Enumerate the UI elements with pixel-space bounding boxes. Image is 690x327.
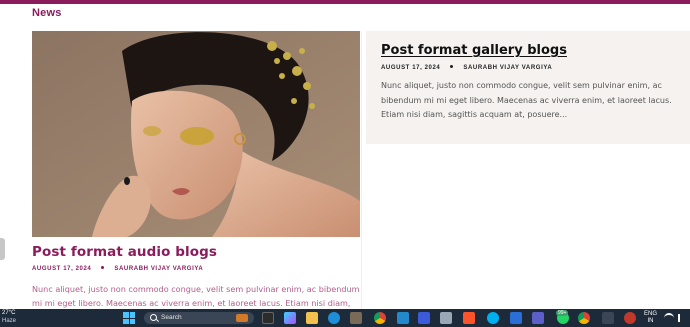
- search-label: Search: [161, 314, 182, 321]
- top-accent-bar: [0, 0, 690, 4]
- windows-start-icon[interactable]: [123, 312, 135, 324]
- notification-badge: 99+: [556, 310, 569, 316]
- weather-condition: Haze: [2, 317, 17, 324]
- post-image[interactable]: [32, 31, 360, 237]
- taskbar-search[interactable]: Search: [144, 312, 254, 324]
- edge-icon[interactable]: [328, 312, 340, 324]
- app-icon[interactable]: [624, 312, 636, 324]
- post-title[interactable]: Post format gallery blogs: [381, 43, 567, 58]
- wifi-icon[interactable]: [664, 313, 674, 323]
- windows-taskbar: 27°C Haze Search 99+ ENG IN: [0, 309, 690, 327]
- portrait-illustration: [32, 31, 360, 237]
- post-excerpt: Nunc aliquet, justo non commodo congue, …: [381, 81, 672, 119]
- brave-icon[interactable]: [463, 312, 475, 324]
- task-view-icon[interactable]: [262, 312, 274, 324]
- app-icon[interactable]: [418, 312, 430, 324]
- weather-widget[interactable]: 27°C Haze: [2, 310, 16, 325]
- section-title: News: [32, 7, 62, 19]
- speaker-icon[interactable]: [678, 314, 686, 322]
- region-code: IN: [647, 318, 654, 324]
- post-author[interactable]: SAURABH VIJAY VARGIYA: [114, 266, 203, 272]
- post-meta: AUGUST 17, 2024 SAURABH VIJAY VARGIYA: [32, 266, 203, 272]
- chrome-icon[interactable]: [578, 312, 590, 324]
- post-author[interactable]: SAURABH VIJAY VARGIYA: [463, 65, 552, 71]
- app-icon[interactable]: [510, 312, 522, 324]
- weather-temp: 27°C: [2, 310, 16, 316]
- side-panel-handle[interactable]: [0, 238, 5, 260]
- chevron-up-icon[interactable]: [602, 312, 614, 324]
- skype-icon[interactable]: [487, 312, 499, 324]
- post-meta: AUGUST 17, 2024 SAURABH VIJAY VARGIYA: [381, 65, 552, 71]
- search-icon: [150, 314, 157, 321]
- post-date[interactable]: AUGUST 17, 2024: [32, 266, 91, 272]
- chrome-icon[interactable]: [374, 312, 386, 324]
- file-explorer-icon[interactable]: [306, 312, 318, 324]
- separator-dot: [101, 266, 105, 270]
- teams-icon[interactable]: [532, 312, 544, 324]
- post-title[interactable]: Post format audio blogs: [32, 244, 217, 260]
- language-code: ENG: [644, 311, 658, 317]
- separator-dot: [450, 65, 454, 69]
- post-card-gallery[interactable]: Post format gallery blogs AUGUST 17, 202…: [366, 31, 690, 144]
- post-date[interactable]: AUGUST 17, 2024: [381, 65, 440, 71]
- vscode-icon[interactable]: [397, 312, 409, 324]
- app-icon[interactable]: [440, 312, 452, 324]
- copilot-icon[interactable]: [284, 312, 296, 324]
- photos-icon[interactable]: [350, 312, 362, 324]
- language-indicator[interactable]: ENG IN: [644, 311, 657, 325]
- search-highlight-icon: [236, 314, 248, 322]
- post-card-audio[interactable]: Post format audio blogs AUGUST 17, 2024 S…: [32, 31, 362, 322]
